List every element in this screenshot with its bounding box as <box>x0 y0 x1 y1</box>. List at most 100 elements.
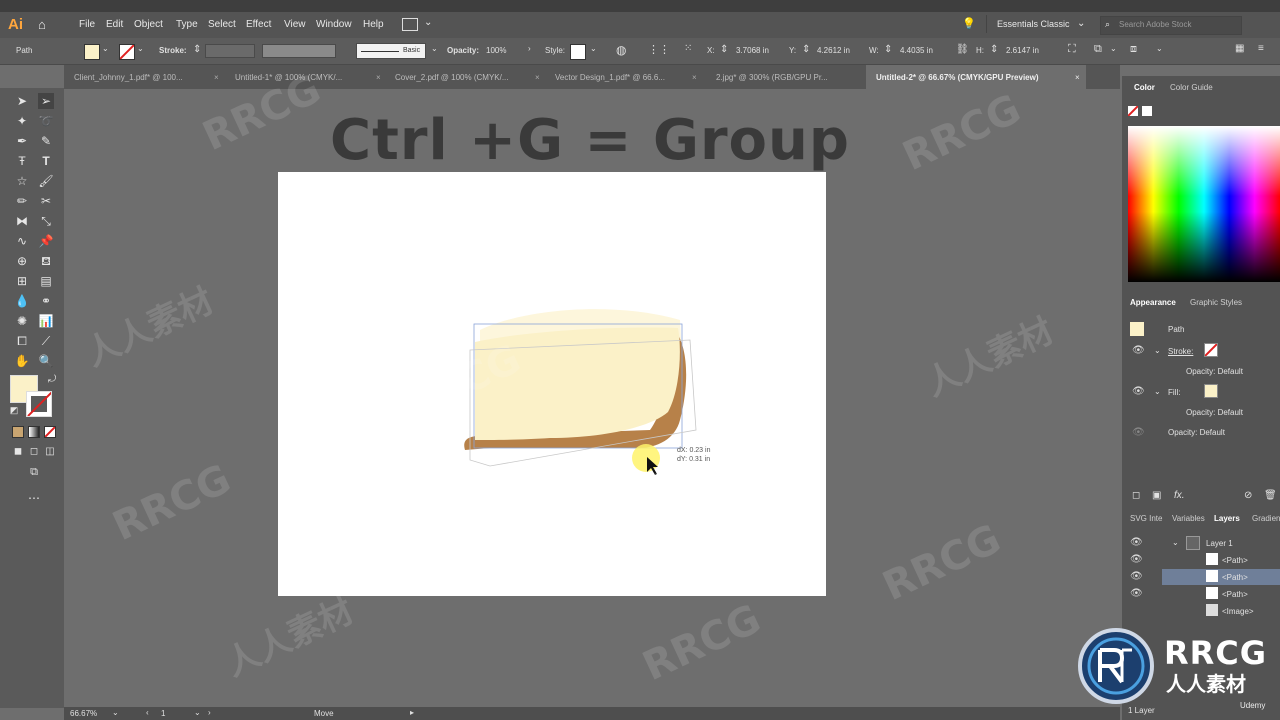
tab-untitled-2[interactable]: Untitled-2* @ 66.67% (CMYK/GPU Preview) <box>876 73 1039 82</box>
eyedropper-tool-icon[interactable]: 💧 <box>14 293 30 309</box>
menu-help[interactable]: Help <box>363 19 384 30</box>
symbol-sprayer-tool-icon[interactable]: ✺ <box>14 313 30 329</box>
hand-tool-icon[interactable]: ✋ <box>14 353 30 369</box>
h-field[interactable]: 2.6147 in <box>1006 46 1039 55</box>
w-stepper[interactable]: ⇕ <box>884 44 892 55</box>
h-stepper[interactable]: ⇕ <box>990 44 998 55</box>
gradient-tool-icon[interactable]: ▤ <box>38 273 54 289</box>
zoom-chevron-down-icon[interactable]: ⌄ <box>112 708 119 717</box>
stroke-weight-stepper[interactable]: ⇕ <box>193 44 201 55</box>
layer-item[interactable]: <Path> <box>1222 573 1248 582</box>
draw-inside-icon[interactable]: ◫ <box>42 444 58 460</box>
add-fill-icon[interactable]: ▣ <box>1152 490 1161 501</box>
recolor-artwork-icon[interactable]: ◍ <box>616 43 626 57</box>
add-stroke-icon[interactable]: ◻ <box>1132 490 1140 501</box>
style-chevron-down-icon[interactable]: ⌄ <box>590 44 597 53</box>
w-field[interactable]: 4.4035 in <box>900 46 933 55</box>
tab-graphic-styles[interactable]: Graphic Styles <box>1190 298 1242 307</box>
color-mode-icon[interactable] <box>12 426 24 438</box>
magic-wand-tool-icon[interactable]: ✦ <box>14 113 30 129</box>
color-spectrum[interactable] <box>1128 126 1280 282</box>
pencil-tool-icon[interactable]: ✏ <box>14 193 30 209</box>
direct-selection-tool-icon[interactable]: ➢ <box>38 93 54 109</box>
menu-file[interactable]: File <box>79 19 95 30</box>
reference-point-icon[interactable]: ⁙ <box>684 43 692 54</box>
delete-item-icon[interactable]: 🗑 <box>1264 490 1277 501</box>
tab-close-icon[interactable]: × <box>214 73 219 82</box>
fill-chevron-down-icon[interactable]: ⌄ <box>102 44 109 53</box>
stroke-none-swatch[interactable] <box>1204 343 1218 357</box>
artboard-next-icon[interactable]: › <box>208 708 211 717</box>
control-bar-menu-icon[interactable]: ≡ <box>1258 43 1264 54</box>
opacity-value[interactable]: 100% <box>486 46 506 55</box>
graph-tool-icon[interactable]: 📊 <box>38 313 54 329</box>
reflect-tool-icon[interactable]: ⧓ <box>14 213 30 229</box>
tab-close-icon[interactable]: × <box>1075 73 1080 82</box>
artboard-prev-icon[interactable]: ‹ <box>146 708 149 717</box>
selection-tool-icon[interactable]: ➤ <box>14 93 30 109</box>
live-paint-tool-icon[interactable]: ⛾ <box>38 253 54 269</box>
stroke-swatch[interactable] <box>119 44 135 60</box>
y-field[interactable]: 4.2612 in <box>817 46 850 55</box>
tab-close-icon[interactable]: × <box>535 73 540 82</box>
menu-select[interactable]: Select <box>208 19 236 30</box>
visibility-eye-icon[interactable]: 👁 <box>1130 571 1143 582</box>
type-tool-icon[interactable]: T <box>38 153 54 169</box>
zoom-tool-icon[interactable]: 🔍 <box>38 353 54 369</box>
visibility-eye-icon[interactable]: 👁 <box>1130 537 1143 548</box>
menu-edit[interactable]: Edit <box>106 19 123 30</box>
none-mode-icon[interactable] <box>44 426 56 438</box>
arrange-chevron-down-icon[interactable]: ⌄ <box>424 17 432 28</box>
expand-chevron-icon[interactable]: ⌄ <box>1172 538 1179 547</box>
draw-behind-icon[interactable]: ◻ <box>26 444 42 460</box>
x-field[interactable]: 3.7068 in <box>736 46 769 55</box>
artboard-tool-icon[interactable]: ⧠ <box>14 333 30 349</box>
menu-window[interactable]: Window <box>316 19 352 30</box>
visibility-eye-icon[interactable]: 👁 <box>1130 588 1143 599</box>
artboard-chevron-down-icon[interactable]: ⌄ <box>194 708 201 717</box>
search-input[interactable]: Search Adobe Stock <box>1119 20 1192 29</box>
lasso-tool-icon[interactable]: ➰ <box>38 113 54 129</box>
tab-gradient[interactable]: Gradien <box>1252 514 1280 523</box>
status-menu-chevron-icon[interactable]: ▸ <box>410 708 414 717</box>
link-proportions-icon[interactable]: ⛓ <box>956 44 969 55</box>
tab-appearance[interactable]: Appearance <box>1130 298 1176 307</box>
star-tool-icon[interactable]: ☆ <box>14 173 30 189</box>
tab-color-guide[interactable]: Color Guide <box>1170 83 1213 92</box>
shape-mode-chevron-icon[interactable]: ⌄ <box>1110 44 1117 53</box>
shape-builder-tool-icon[interactable]: ⊕ <box>14 253 30 269</box>
pen-tool-icon[interactable]: ✒ <box>14 133 30 149</box>
paintbrush-tool-icon[interactable]: 🖌 <box>38 173 54 189</box>
layer-item[interactable]: <Image> <box>1222 607 1254 616</box>
tab-vector-design[interactable]: Vector Design_1.pdf* @ 66.6... <box>555 73 665 82</box>
layer-item[interactable]: <Path> <box>1222 590 1248 599</box>
default-colors-icon[interactable]: ◩ <box>6 402 22 418</box>
tab-variables[interactable]: Variables <box>1172 514 1205 523</box>
gradient-mode-icon[interactable] <box>28 426 40 438</box>
workspace-switcher[interactable]: Essentials Classic ⌄ <box>986 15 1091 33</box>
lightbulb-icon[interactable]: 💡 <box>962 17 976 30</box>
fill-swatch-appearance[interactable] <box>1204 384 1218 398</box>
stroke-chevron-down-icon[interactable]: ⌄ <box>137 44 144 53</box>
tab-close-icon[interactable]: × <box>692 73 697 82</box>
visibility-eye-icon[interactable]: 👁 <box>1130 554 1143 565</box>
expand-chevron-icon[interactable]: ⌄ <box>1154 387 1161 396</box>
variable-width-profile[interactable] <box>262 44 336 58</box>
expand-chevron-icon[interactable]: ⌄ <box>1154 346 1161 355</box>
fill-swatch[interactable] <box>84 44 100 60</box>
type-on-path-icon[interactable]: Ŧ <box>14 153 30 169</box>
arrange-documents-icon[interactable] <box>402 18 418 31</box>
slice-tool-icon[interactable]: ⟋ <box>38 333 54 349</box>
brush-chevron-down-icon[interactable]: ⌄ <box>431 44 438 53</box>
more-tools-icon[interactable]: ⋯ <box>26 490 42 506</box>
visibility-eye-icon[interactable]: 👁 <box>1132 386 1145 397</box>
layer-item[interactable]: <Path> <box>1222 556 1248 565</box>
menu-type[interactable]: Type <box>176 19 198 30</box>
object-opacity[interactable]: Opacity: Default <box>1168 428 1225 437</box>
clear-appearance-icon[interactable]: ⊘ <box>1244 490 1252 501</box>
tab-svg-interactivity[interactable]: SVG Inte <box>1130 514 1162 523</box>
align-icon[interactable]: ⋮⋮ <box>648 43 670 56</box>
menu-effect[interactable]: Effect <box>246 19 271 30</box>
visibility-eye-icon[interactable]: 👁 <box>1132 427 1145 438</box>
y-stepper[interactable]: ⇕ <box>802 44 810 55</box>
